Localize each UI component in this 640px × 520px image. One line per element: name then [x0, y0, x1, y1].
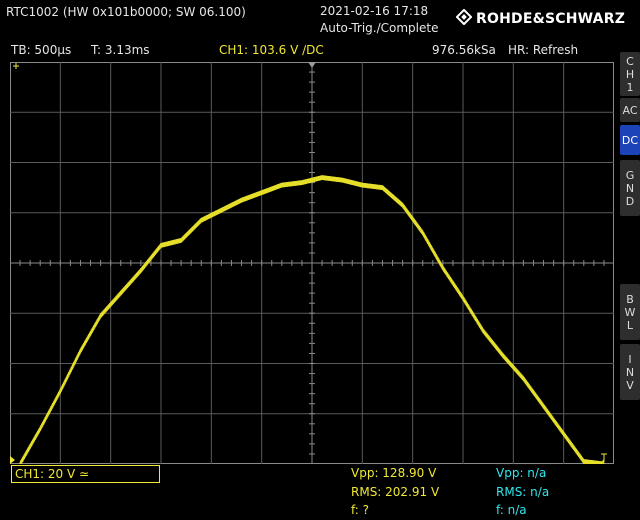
trace-point	[462, 297, 464, 299]
rms-measurement-ch1: RMS: 202.91 V	[351, 485, 440, 499]
rohde-schwarz-logo: ROHDE&SCHWARZ	[456, 9, 625, 27]
trigger-time-readout[interactable]: T: 3.13ms	[91, 43, 150, 57]
trace-point	[482, 330, 484, 332]
trigger-position-marker	[308, 62, 316, 68]
trace-point	[341, 179, 344, 181]
graticule	[10, 62, 614, 464]
trace-point	[562, 433, 565, 435]
ac-coupling-button[interactable]: AC	[620, 98, 640, 122]
trace-point	[421, 232, 424, 234]
channel-letter: H	[625, 67, 635, 81]
channel-letter: C	[626, 54, 634, 68]
trace-point	[260, 191, 263, 194]
inv-letter: I	[628, 352, 632, 366]
waveform-display[interactable]	[10, 62, 614, 464]
acquisition-mode-readout[interactable]: HR: Refresh	[508, 43, 578, 57]
trace-point	[200, 219, 203, 222]
gnd-letter: D	[625, 194, 635, 208]
logo-text: ROHDE&SCHWARZ	[476, 11, 626, 27]
trigger-level-readout[interactable]: CH1: 103.6 V ∕DC	[219, 43, 324, 57]
sample-rate-readout: 976.56kSa	[432, 43, 496, 57]
datetime: 2021-02-16 17:18	[320, 4, 429, 18]
gnd-letter: N	[625, 181, 635, 195]
timebase-readout[interactable]: TB: 500µs	[11, 43, 71, 57]
trace-point	[321, 176, 323, 179]
trace-point	[442, 267, 444, 269]
inv-button[interactable]: I N V	[620, 344, 640, 400]
trace-point	[301, 181, 303, 184]
gnd-letter: G	[625, 168, 635, 182]
bwl-letter: B	[626, 292, 634, 306]
dc-coupling-button[interactable]: DC	[620, 125, 640, 155]
bwl-letter: L	[626, 318, 634, 332]
trace-point	[220, 209, 223, 212]
frequency-measurement-ch1: f: ?	[351, 503, 370, 517]
trace-point	[79, 350, 82, 352]
vpp-measurement-ch1: Vpp: 128.90 V	[351, 466, 437, 480]
ac-label: AC	[622, 103, 638, 117]
trace-point	[401, 204, 404, 207]
inv-letter: N	[625, 365, 635, 379]
trace-point	[140, 269, 142, 272]
bwl-letter: W	[624, 305, 636, 319]
bwl-button[interactable]: B W L	[620, 284, 640, 340]
logo-mark-icon	[456, 9, 472, 25]
trigger-status: Auto-Trig./Complete	[320, 21, 439, 35]
channel-1-scale-box[interactable]: CH1: 20 V ≃	[11, 465, 160, 483]
vpp-measurement-ch2: Vpp: n/a	[496, 466, 547, 480]
trace-point	[119, 292, 122, 294]
rms-measurement-ch2: RMS: n/a	[496, 485, 550, 499]
inv-letter: V	[626, 378, 634, 392]
trace-point	[281, 184, 283, 186]
trace-point	[381, 186, 384, 189]
trace-point	[99, 314, 102, 317]
trace-point	[180, 239, 182, 242]
device-info: RTC1002 (HW 0x101b0000; SW 06.100)	[6, 5, 246, 19]
channel-1-label[interactable]: C H 1	[620, 52, 640, 96]
trace-point	[583, 460, 585, 463]
trace-point	[361, 184, 364, 186]
dc-label: DC	[621, 133, 639, 147]
ground-reference-marker	[10, 456, 15, 464]
trace-point	[502, 355, 505, 357]
trace-point	[240, 199, 243, 201]
trace-point	[59, 390, 62, 392]
frequency-measurement-ch2: f: n/a	[496, 503, 527, 517]
gnd-button[interactable]: G N D	[620, 160, 640, 216]
channel-letter: 1	[626, 80, 634, 94]
trace-point	[542, 405, 545, 408]
trace-point	[522, 377, 525, 380]
trace-point	[160, 244, 162, 247]
trace-point	[39, 428, 41, 430]
